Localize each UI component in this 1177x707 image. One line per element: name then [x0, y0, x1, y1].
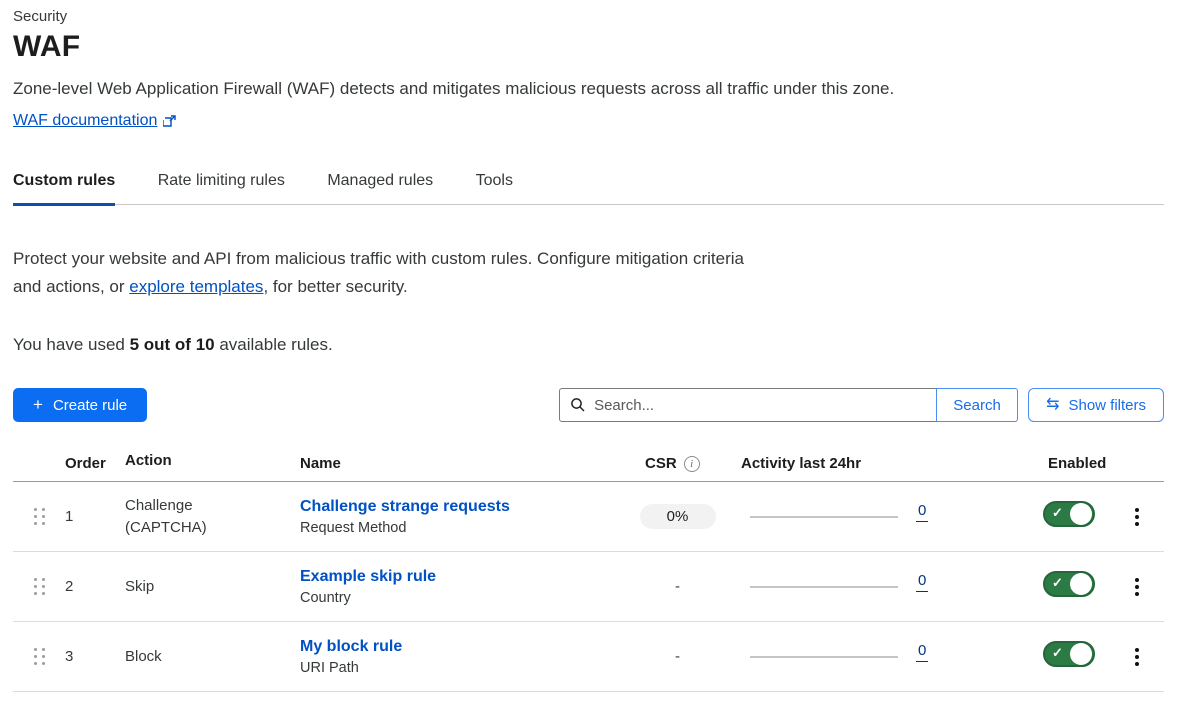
activity-count-link[interactable]: 0 — [916, 572, 928, 592]
rule-action-line2: (CAPTCHA) — [125, 517, 290, 539]
search-group: Search — [559, 388, 1018, 422]
rules-toolbar: + Create rule Search ⇆ Show filters — [13, 388, 1164, 422]
tab-rate-limiting-rules[interactable]: Rate limiting rules — [158, 166, 285, 206]
swap-arrows-icon: ⇆ — [1046, 397, 1059, 413]
rule-action-line1: Block — [125, 646, 290, 668]
rule-field: Country — [300, 590, 625, 606]
csr-badge: 0% — [640, 504, 716, 529]
header-action: Action — [112, 450, 290, 472]
table-header-row: Order Action Name CSR i Activity last 24… — [13, 450, 1164, 482]
rules-usage-text: You have used 5 out of 10 available rule… — [13, 335, 1164, 355]
header-order: Order — [60, 455, 112, 472]
activity-sparkline — [750, 586, 898, 588]
header-name: Name — [290, 455, 625, 472]
drag-handle-icon[interactable] — [30, 504, 49, 529]
rule-name-cell: My block rule URI Path — [290, 638, 625, 676]
rule-action-line1: Skip — [125, 576, 290, 598]
waf-page: Security WAF Zone-level Web Application … — [0, 0, 1177, 692]
toggle-knob — [1070, 643, 1092, 665]
plus-icon: + — [33, 395, 43, 415]
usage-count: 5 out of 10 — [130, 335, 215, 354]
header-activity: Activity last 24hr — [730, 455, 1030, 472]
header-csr-label: CSR — [645, 455, 677, 472]
toggle-knob — [1070, 503, 1092, 525]
rule-action: Challenge (CAPTCHA) — [112, 495, 290, 539]
enabled-toggle[interactable]: ✓ — [1043, 641, 1095, 667]
custom-rules-intro: Protect your website and API from malici… — [13, 245, 753, 301]
rule-name-link[interactable]: Challenge strange requests — [300, 498, 510, 516]
kebab-menu-icon[interactable] — [1130, 503, 1144, 531]
rule-name-cell: Example skip rule Country — [290, 568, 625, 606]
page-description: Zone-level Web Application Firewall (WAF… — [13, 79, 1164, 99]
table-row: 1 Challenge (CAPTCHA) Challenge strange … — [13, 482, 1164, 552]
enabled-toggle[interactable]: ✓ — [1043, 501, 1095, 527]
check-icon: ✓ — [1052, 645, 1063, 661]
create-rule-button[interactable]: + Create rule — [13, 388, 147, 422]
activity-cell: 0 — [730, 502, 1030, 531]
activity-count-link[interactable]: 0 — [916, 502, 928, 522]
drag-handle-icon[interactable] — [30, 644, 49, 669]
kebab-menu-icon[interactable] — [1130, 643, 1144, 671]
waf-tabbar: Custom rules Rate limiting rules Managed… — [13, 166, 1164, 205]
search-button[interactable]: Search — [936, 388, 1018, 422]
rule-order: 3 — [60, 648, 112, 665]
rule-order: 2 — [60, 578, 112, 595]
usage-suffix: available rules. — [215, 335, 333, 354]
rule-field: Request Method — [300, 520, 625, 536]
breadcrumb-security: Security — [13, 8, 1164, 25]
rule-name-cell: Challenge strange requests Request Metho… — [290, 498, 625, 536]
check-icon: ✓ — [1052, 505, 1063, 521]
toggle-knob — [1070, 573, 1092, 595]
tab-custom-rules[interactable]: Custom rules — [13, 166, 115, 206]
doc-link-row: WAF documentation — [13, 112, 1164, 130]
intro-text-after: , for better security. — [263, 277, 407, 296]
header-enabled: Enabled — [1030, 455, 1110, 472]
table-row: 2 Skip Example skip rule Country - 0 ✓ — [13, 552, 1164, 622]
page-title: WAF — [13, 30, 1164, 64]
usage-prefix: You have used — [13, 335, 130, 354]
search-input[interactable] — [559, 388, 937, 422]
explore-templates-link[interactable]: explore templates — [129, 277, 263, 296]
activity-sparkline — [750, 516, 898, 518]
activity-count-link[interactable]: 0 — [916, 642, 928, 662]
create-rule-label: Create rule — [53, 397, 127, 414]
csr-value: - — [675, 648, 680, 665]
toolbar-right: Search ⇆ Show filters — [559, 388, 1164, 422]
check-icon: ✓ — [1052, 575, 1063, 591]
external-link-icon — [163, 114, 177, 128]
rule-action-line1: Challenge — [125, 495, 290, 517]
rule-action: Block — [112, 646, 290, 668]
rule-action: Skip — [112, 576, 290, 598]
header-csr: CSR i — [625, 455, 730, 472]
tab-managed-rules[interactable]: Managed rules — [327, 166, 433, 206]
show-filters-button[interactable]: ⇆ Show filters — [1028, 388, 1164, 422]
rule-name-link[interactable]: My block rule — [300, 638, 402, 656]
csr-value: - — [675, 578, 680, 595]
rule-name-link[interactable]: Example skip rule — [300, 568, 436, 586]
rule-order: 1 — [60, 508, 112, 525]
activity-sparkline — [750, 656, 898, 658]
table-row: 3 Block My block rule URI Path - 0 ✓ — [13, 622, 1164, 692]
activity-cell: 0 — [730, 642, 1030, 671]
tab-tools[interactable]: Tools — [476, 166, 513, 206]
custom-rules-table: Order Action Name CSR i Activity last 24… — [13, 450, 1164, 692]
kebab-menu-icon[interactable] — [1130, 573, 1144, 601]
info-icon[interactable]: i — [684, 456, 700, 472]
rule-field: URI Path — [300, 660, 625, 676]
show-filters-label: Show filters — [1068, 397, 1146, 414]
waf-documentation-link[interactable]: WAF documentation — [13, 112, 157, 130]
activity-cell: 0 — [730, 572, 1030, 601]
enabled-toggle[interactable]: ✓ — [1043, 571, 1095, 597]
drag-handle-icon[interactable] — [30, 574, 49, 599]
